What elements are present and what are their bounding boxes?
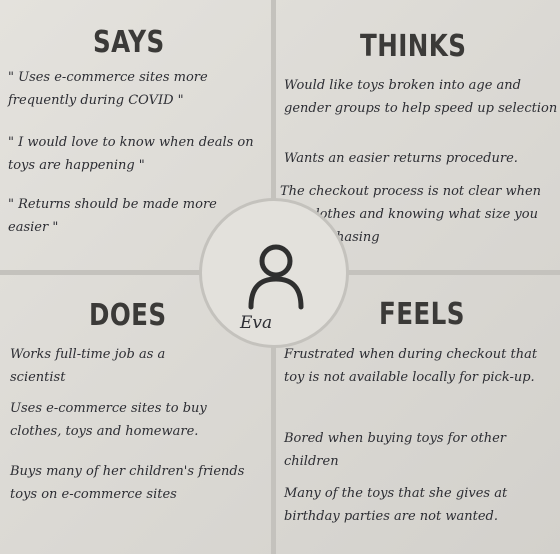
does-heading: DOES [89, 298, 167, 333]
feels-note: Frustrated when during checkout that toy… [284, 347, 538, 385]
says-heading: SAYS [93, 25, 165, 60]
person-icon [248, 244, 304, 310]
thinks-note: Would like toys broken into age and gend… [284, 78, 558, 116]
says-note: " I would love to know when deals on toy… [8, 135, 254, 173]
feels-heading: FEELS [379, 297, 465, 332]
does-note: Works full-time job as a scientist [10, 347, 166, 385]
thinks-note: Wants an easier returns procedure. [284, 151, 518, 166]
persona-circle: Eva [199, 198, 349, 348]
feels-note: Many of the toys that she gives at birth… [284, 486, 508, 524]
does-note: Uses e-commerce sites to buy clothes, to… [10, 401, 207, 439]
does-note: Buys many of her children's friends toys… [10, 464, 245, 502]
says-note: " Uses e-commerce sites more frequently … [8, 70, 208, 108]
persona-name: Eva [240, 313, 273, 333]
thinks-heading: THINKS [360, 29, 467, 64]
says-note: " Returns should be made more easier " [8, 197, 217, 235]
feels-note: Bored when buying toys for other childre… [284, 431, 506, 469]
empathy-map: SAYS " Uses e-commerce sites more freque… [0, 0, 560, 554]
